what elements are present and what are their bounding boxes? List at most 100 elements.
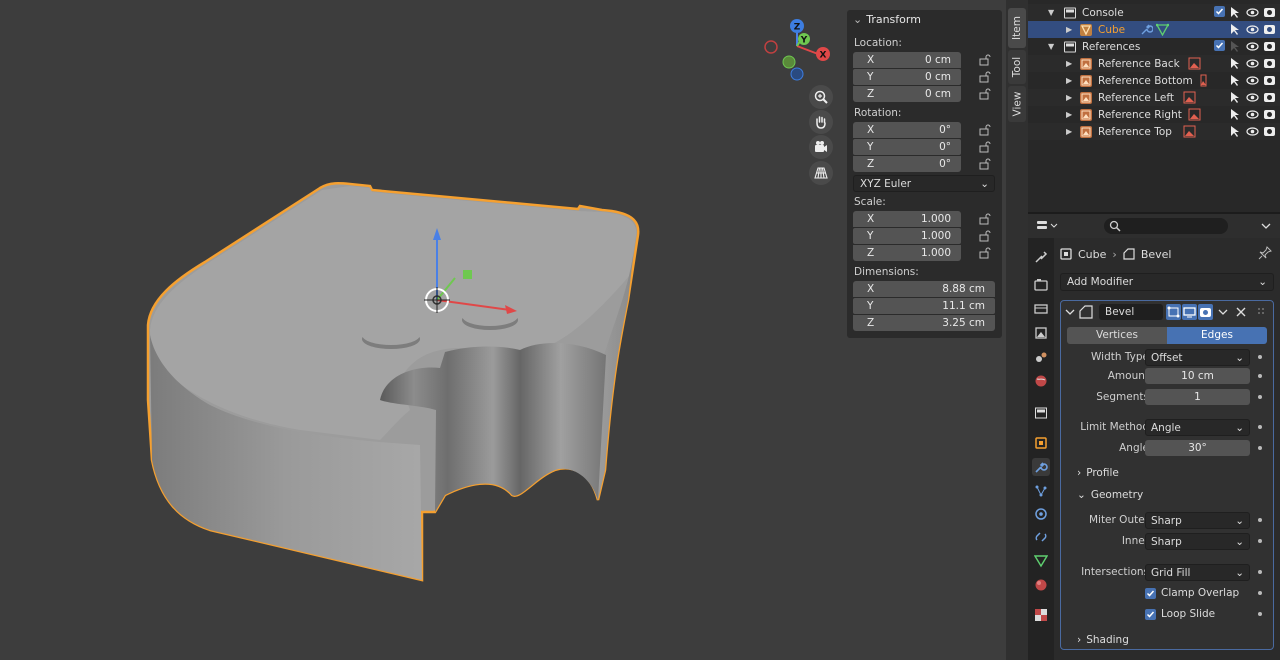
rotation-z-field[interactable]: Z 0° <box>853 156 961 172</box>
outliner-row-reference-bottom[interactable]: ▶ Reference Bottom <box>1028 72 1280 89</box>
material-tab-icon[interactable] <box>1032 576 1050 594</box>
lock-icon[interactable] <box>979 88 991 100</box>
transform-header[interactable]: ⌄ Transform <box>847 10 1002 30</box>
zoom-icon[interactable] <box>809 85 833 109</box>
profile-subpanel-header[interactable]: › Profile <box>1077 465 1119 482</box>
chevron-down-icon[interactable] <box>1217 306 1229 318</box>
outliner-row-reference-left[interactable]: ▶ Reference Left <box>1028 89 1280 106</box>
chevron-down-icon[interactable] <box>1260 220 1272 232</box>
loop-slide-checkbox[interactable]: Loop Slide <box>1145 606 1215 622</box>
object-tab-icon[interactable] <box>1032 434 1050 452</box>
lock-icon[interactable] <box>979 158 991 170</box>
edit-mode-toggle-icon[interactable] <box>1166 304 1181 320</box>
scene-tab-icon[interactable] <box>1032 348 1050 366</box>
eye-icon[interactable] <box>1246 57 1259 70</box>
keyframe-dot-icon[interactable] <box>1258 425 1262 429</box>
pan-hand-icon[interactable] <box>809 110 833 134</box>
lock-icon[interactable] <box>979 71 991 83</box>
amount-field[interactable]: 10 cm <box>1145 368 1250 384</box>
outliner-row-references[interactable]: ▼ References <box>1028 38 1280 55</box>
expand-triangle-icon[interactable]: ▶ <box>1066 76 1072 85</box>
render-tab-icon[interactable] <box>1032 276 1050 294</box>
render-toggle-icon[interactable] <box>1198 304 1213 320</box>
dimensions-z-field[interactable]: Z 3.25 cm <box>853 315 995 331</box>
add-modifier-dropdown[interactable]: Add Modifier ⌄ <box>1060 273 1274 291</box>
drag-handle-icon[interactable] <box>1257 306 1267 318</box>
tab-view[interactable]: View <box>1008 86 1026 122</box>
keyframe-dot-icon[interactable] <box>1258 518 1262 522</box>
checkbox-icon[interactable] <box>1214 40 1225 51</box>
keyframe-dot-icon[interactable] <box>1258 355 1262 359</box>
modifier-tab-icon[interactable] <box>1032 458 1050 476</box>
select-arrow-icon[interactable] <box>1229 125 1242 138</box>
outliner-row-reference-right[interactable]: ▶ Reference Right <box>1028 106 1280 123</box>
rotation-y-field[interactable]: Y 0° <box>853 139 961 155</box>
tool-tab-icon[interactable] <box>1032 248 1050 266</box>
data-tab-icon[interactable] <box>1032 552 1050 570</box>
dimensions-x-field[interactable]: X 8.88 cm <box>853 281 995 297</box>
expand-triangle-icon[interactable]: ▶ <box>1066 127 1072 136</box>
intersections-select[interactable]: Grid Fill ⌄ <box>1145 564 1250 581</box>
tab-item[interactable]: Item <box>1008 8 1026 48</box>
outliner-row-console[interactable]: ▼ Console <box>1028 4 1280 21</box>
eye-icon[interactable] <box>1246 6 1259 19</box>
tab-edges[interactable]: Edges <box>1167 327 1267 344</box>
navigation-gizmo[interactable]: Z Y X <box>760 14 835 84</box>
eye-icon[interactable] <box>1246 91 1259 104</box>
shading-subpanel-header[interactable]: › Shading <box>1077 632 1129 649</box>
close-icon[interactable] <box>1235 306 1247 318</box>
expand-triangle-icon[interactable]: ▶ <box>1066 110 1072 119</box>
eye-icon[interactable] <box>1246 125 1259 138</box>
limit-method-select[interactable]: Angle ⌄ <box>1145 419 1250 436</box>
scale-z-field[interactable]: Z 1.000 <box>853 245 961 261</box>
keyframe-dot-icon[interactable] <box>1258 591 1262 595</box>
expand-triangle-icon[interactable]: ▶ <box>1066 25 1072 34</box>
expand-triangle-icon[interactable]: ▼ <box>1048 8 1054 17</box>
collapse-chevron-icon[interactable] <box>1065 306 1075 318</box>
clamp-overlap-checkbox[interactable]: Clamp Overlap <box>1145 585 1239 601</box>
viewport-display-toggle-icon[interactable] <box>1182 304 1197 320</box>
tab-tool[interactable]: Tool <box>1008 50 1026 84</box>
render-camera-icon[interactable] <box>1263 23 1276 36</box>
eye-icon[interactable] <box>1246 74 1259 87</box>
checkbox-icon[interactable] <box>1214 6 1225 17</box>
width-type-select[interactable]: Offset ⌄ <box>1145 349 1250 366</box>
location-x-field[interactable]: X 0 cm <box>853 52 961 68</box>
angle-field[interactable]: 30° <box>1145 440 1250 456</box>
miter-outer-select[interactable]: Sharp ⌄ <box>1145 512 1250 529</box>
keyframe-dot-icon[interactable] <box>1258 612 1262 616</box>
lock-icon[interactable] <box>979 54 991 66</box>
editor-type-icon[interactable] <box>1036 219 1060 233</box>
scale-y-field[interactable]: Y 1.000 <box>853 228 961 244</box>
expand-triangle-icon[interactable]: ▶ <box>1066 93 1072 102</box>
render-camera-icon[interactable] <box>1263 74 1276 87</box>
outliner-row-cube[interactable]: ▶ Cube <box>1028 21 1280 38</box>
keyframe-dot-icon[interactable] <box>1258 570 1262 574</box>
eye-icon[interactable] <box>1246 40 1259 53</box>
location-z-field[interactable]: Z 0 cm <box>853 86 961 102</box>
location-y-field[interactable]: Y 0 cm <box>853 69 961 85</box>
lock-icon[interactable] <box>979 230 991 242</box>
select-arrow-icon[interactable] <box>1229 74 1242 87</box>
texture-tab-icon[interactable] <box>1032 606 1050 624</box>
output-tab-icon[interactable] <box>1032 300 1050 318</box>
dimensions-y-field[interactable]: Y 11.1 cm <box>853 298 995 314</box>
expand-triangle-icon[interactable]: ▼ <box>1048 42 1054 51</box>
keyframe-dot-icon[interactable] <box>1258 374 1262 378</box>
lock-icon[interactable] <box>979 213 991 225</box>
keyframe-dot-icon[interactable] <box>1258 446 1262 450</box>
world-tab-icon[interactable] <box>1032 372 1050 390</box>
outliner-row-reference-top[interactable]: ▶ Reference Top <box>1028 123 1280 140</box>
eye-icon[interactable] <box>1246 23 1259 36</box>
select-arrow-icon[interactable] <box>1229 91 1242 104</box>
eye-icon[interactable] <box>1246 108 1259 121</box>
modifier-name-input[interactable]: Bevel <box>1099 304 1163 320</box>
constraints-tab-icon[interactable] <box>1032 528 1050 546</box>
select-arrow-icon[interactable] <box>1229 6 1242 19</box>
geometry-subpanel-header[interactable]: ⌄ Geometry <box>1077 487 1143 504</box>
pin-icon[interactable] <box>1258 246 1272 260</box>
particles-tab-icon[interactable] <box>1032 482 1050 500</box>
view-layer-tab-icon[interactable] <box>1032 324 1050 342</box>
keyframe-dot-icon[interactable] <box>1258 539 1262 543</box>
expand-triangle-icon[interactable]: ▶ <box>1066 59 1072 68</box>
